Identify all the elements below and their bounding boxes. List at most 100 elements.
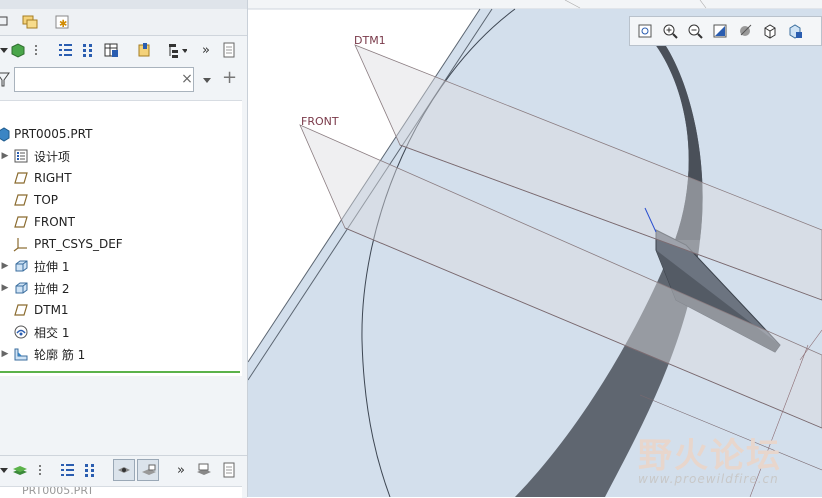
tree-item-label: TOP	[34, 193, 59, 207]
structure-dropdown-button[interactable]	[167, 40, 187, 60]
list-tree-icon	[61, 464, 74, 476]
settings-folder-button[interactable]	[134, 40, 154, 60]
expand-arrow-icon[interactable]: ▶	[0, 151, 10, 161]
tree-search-input[interactable]	[14, 67, 194, 92]
double-chevron-icon: »	[177, 462, 185, 478]
layer-more-tools-button[interactable]: »	[171, 460, 191, 480]
layer-tree: PRT0005.PRT	[0, 486, 242, 498]
tab-model-tree[interactable]	[0, 12, 14, 32]
star-folder-icon: ✱	[55, 15, 69, 30]
layer-tree-item-label[interactable]: PRT0005.PRT	[22, 487, 94, 497]
tree-item-extrude-1[interactable]: ▶ 拉伸 1	[0, 255, 242, 277]
datum-plane-icon	[14, 194, 28, 206]
tree-item-label: 轮廓 筋 1	[34, 347, 86, 362]
list-tree-icon	[59, 44, 72, 56]
layer-list-button[interactable]	[57, 460, 77, 480]
tree-filters-button[interactable]	[101, 40, 121, 60]
tree-item-intersect-1[interactable]: 相交 1	[0, 321, 242, 343]
refit-button[interactable]	[635, 21, 655, 41]
layer-filter-icon	[142, 464, 156, 475]
tree-item-label: RIGHT	[34, 171, 72, 185]
table-view-icon	[104, 43, 118, 57]
layer-filter-button[interactable]	[137, 459, 159, 481]
watermark-url: www.proewildfire.cn	[638, 472, 779, 486]
add-filter-icon[interactable]: +	[222, 69, 237, 87]
part-icon	[0, 127, 10, 142]
csys-icon	[13, 238, 27, 252]
layer-properties-button[interactable]	[193, 460, 213, 480]
cube-orientation-icon	[764, 24, 776, 39]
tree-item-label: 设计项	[34, 149, 71, 164]
view-manager-button[interactable]	[785, 21, 805, 41]
tab-layers[interactable]	[20, 12, 40, 32]
vertical-dots-icon	[39, 465, 41, 475]
intersect-icon	[14, 325, 28, 339]
tree-item-front[interactable]: FRONT	[0, 211, 242, 233]
more-dots-button[interactable]	[26, 40, 46, 60]
insert-here-indicator[interactable]	[0, 371, 240, 373]
list-dots-button[interactable]	[78, 40, 98, 60]
tree-item-label: 拉伸 2	[34, 281, 70, 296]
eye-layers-icon	[118, 467, 130, 473]
tab-favorites[interactable]: ✱	[52, 12, 72, 32]
hierarchy-icon	[169, 44, 187, 58]
datum-label-front[interactable]: FRONT	[301, 115, 339, 128]
layer-visibility-button[interactable]	[113, 459, 135, 481]
model-geometry[interactable]	[248, 0, 822, 497]
document-button[interactable]	[219, 40, 239, 60]
watermark-title: 野火论坛	[638, 436, 782, 476]
model-tree: PRT0005.PRT ▶ 设计项 RIGHT TOP FRONT PRT_CS…	[0, 100, 242, 376]
double-chevron-icon: »	[202, 42, 210, 58]
watermark: 野火论坛 www.proewildfire.cn	[636, 426, 822, 497]
tree-columns-button[interactable]	[55, 40, 75, 60]
layer-more-dots-button[interactable]	[30, 460, 50, 480]
tree-item-profile-rib-1[interactable]: ▶ 轮廓 筋 1	[0, 343, 242, 365]
clear-search-icon[interactable]: ×	[180, 71, 194, 87]
layer-document-button[interactable]	[219, 460, 239, 480]
layer-properties-icon	[197, 463, 211, 475]
display-style-button[interactable]	[735, 21, 755, 41]
repaint-button[interactable]	[710, 21, 730, 41]
layers-button[interactable]	[10, 460, 30, 480]
show-button[interactable]	[8, 40, 28, 60]
more-tools-button[interactable]: »	[196, 40, 216, 60]
layers-stack-icon	[13, 466, 27, 475]
expand-arrow-icon[interactable]: ▶	[0, 261, 10, 271]
expand-arrow-icon[interactable]: ▶	[0, 349, 10, 359]
tree-item-design-items[interactable]: ▶ 设计项	[0, 145, 242, 167]
tree-item-extrude-2[interactable]: ▶ 拉伸 2	[0, 277, 242, 299]
tree-item-csys[interactable]: PRT_CSYS_DEF	[0, 233, 242, 255]
funnel-icon[interactable]	[0, 70, 10, 88]
design-items-icon	[14, 149, 28, 163]
extrude-icon	[15, 260, 28, 272]
tree-item-label: PRT_CSYS_DEF	[34, 237, 123, 251]
folder-stack-icon	[22, 15, 38, 29]
tree-item-top[interactable]: TOP	[0, 189, 242, 211]
zoom-in-button[interactable]	[660, 21, 680, 41]
zoom-out-button[interactable]	[685, 21, 705, 41]
datum-label-dtm1[interactable]: DTM1	[354, 34, 386, 47]
tree-item-label: FRONT	[34, 215, 75, 229]
graphics-viewport[interactable]: DTM1 FRONT	[248, 0, 822, 497]
datum-plane-icon	[14, 304, 28, 316]
tree-item-label: DTM1	[34, 303, 69, 317]
document-icon	[223, 462, 235, 478]
search-dropdown-icon[interactable]	[202, 74, 212, 84]
tree-settings-icon	[138, 43, 150, 57]
small-triangle-icon	[0, 468, 8, 473]
datum-plane-icon	[14, 172, 28, 184]
tree-item-label: PRT0005.PRT	[14, 127, 93, 141]
saved-orientations-button[interactable]	[760, 21, 780, 41]
tree-item-right[interactable]: RIGHT	[0, 167, 242, 189]
tree-item-dtm1[interactable]: DTM1	[0, 299, 242, 321]
expand-arrow-icon[interactable]: ▶	[0, 283, 10, 293]
tree-item-prt0005[interactable]: PRT0005.PRT	[0, 123, 242, 145]
repaint-icon	[713, 24, 727, 38]
extrude-icon	[15, 282, 28, 294]
green-cube-icon	[11, 43, 25, 58]
zoom-out-icon	[688, 24, 703, 39]
panel-tabs: ✱	[0, 9, 247, 36]
view-toolbar	[629, 16, 822, 46]
dotted-list-icon	[83, 44, 92, 57]
layer-dots-button[interactable]	[80, 460, 100, 480]
